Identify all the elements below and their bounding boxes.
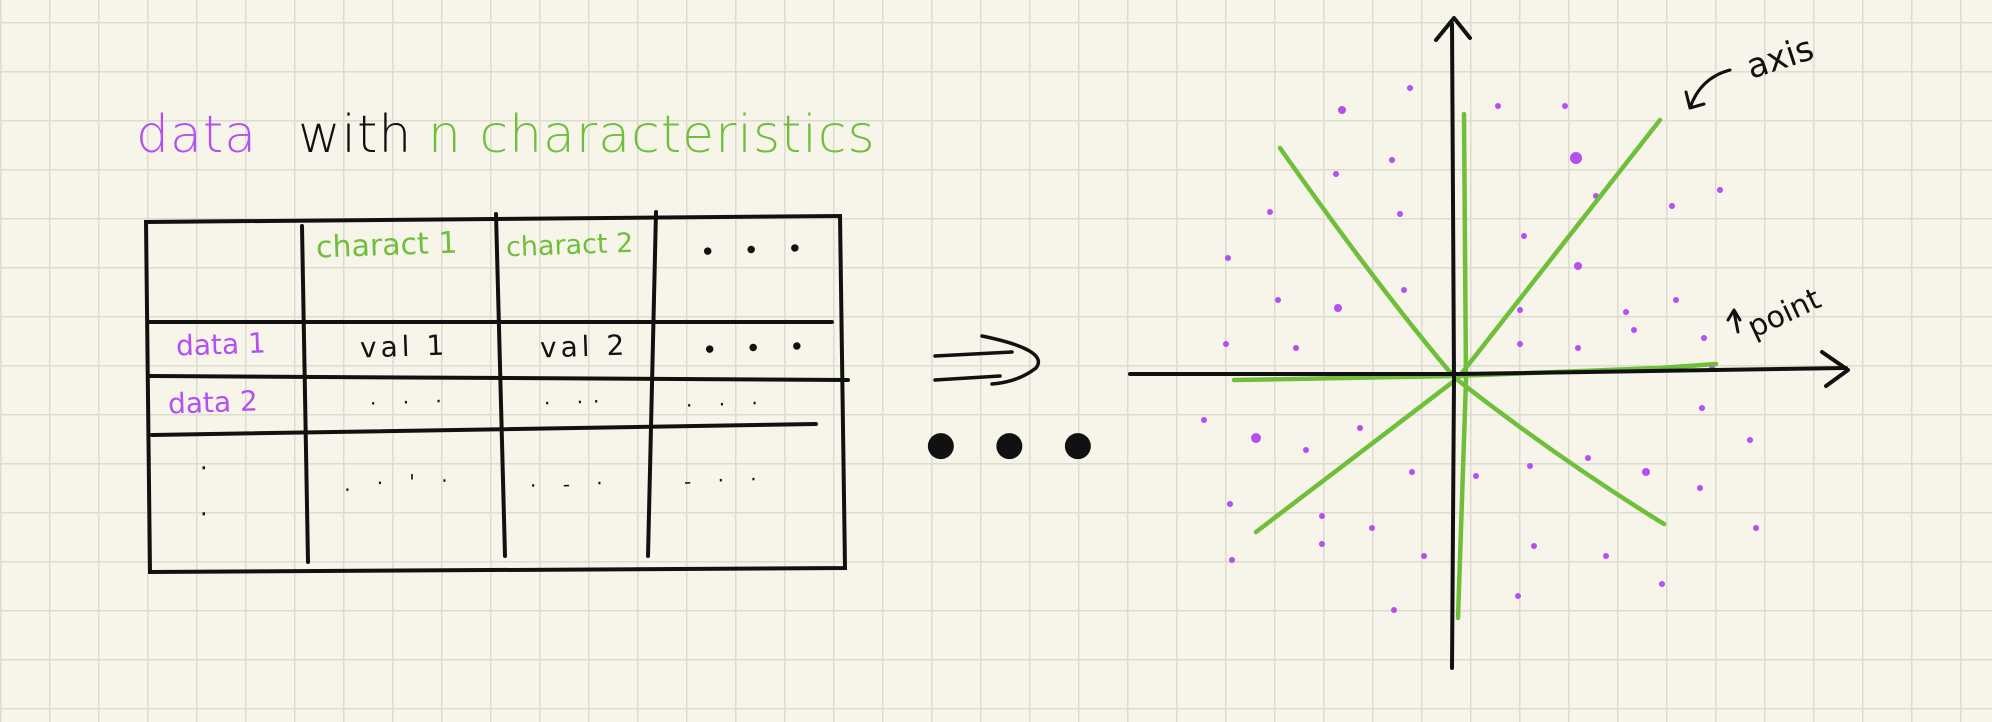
- table-header-charact-1: charact 1: [315, 225, 459, 266]
- table-col-line-2: [494, 212, 507, 558]
- green-axis-diag-ne-sw: [1253, 117, 1663, 535]
- y-axis: [1450, 22, 1456, 670]
- table-col-line-3: [646, 210, 658, 558]
- scatter-point: [1631, 327, 1637, 333]
- scatter-point: [1495, 103, 1501, 109]
- table-row-label-continuation: ·: [199, 453, 219, 483]
- scatter-point: [1409, 469, 1415, 475]
- axis-label-pointer: [1684, 68, 1732, 110]
- scatter-point: [1227, 501, 1233, 507]
- scatter-point: [1669, 203, 1675, 209]
- scatter-point: [1401, 287, 1407, 293]
- table-cell-ellipsis-2-2: · ··: [543, 388, 610, 416]
- implies-arrow: [933, 334, 1041, 386]
- characteristic-axes: [1231, 111, 1719, 621]
- scatter-point: [1521, 233, 1527, 239]
- scatter-point: [1701, 335, 1707, 341]
- table-cell-ellipsis-3-2: · - ·: [529, 470, 614, 498]
- table-col-line-1: [300, 224, 310, 564]
- scatter-point: [1201, 417, 1207, 423]
- scatter-point: [1570, 152, 1582, 164]
- scatter-point: [1574, 262, 1582, 270]
- table-cell-ellipsis-3-3: - · ·: [683, 466, 768, 494]
- scatter-point: [1585, 455, 1591, 461]
- scatter-point: [1673, 297, 1679, 303]
- coordinate-axes: [1128, 16, 1850, 670]
- point-label-pointer: [1726, 308, 1742, 334]
- scatter-point: [1389, 157, 1395, 163]
- scatter-point: [1397, 211, 1403, 217]
- table-row-line-3: [150, 422, 818, 437]
- x-axis: [1128, 366, 1848, 376]
- scatter-point: [1575, 345, 1581, 351]
- scatter-point: [1319, 541, 1325, 547]
- scatter-point: [1357, 425, 1363, 431]
- scatter-point: [1747, 437, 1753, 443]
- scatter-point: [1225, 255, 1231, 261]
- table-cell-ellipsis-3-1: . · ' ·: [343, 468, 459, 496]
- scatter-point: [1473, 473, 1479, 479]
- table-row-label-data-1: data 1: [175, 326, 267, 363]
- drawing-canvas: [143, 16, 1850, 670]
- table-row-line-2: [148, 374, 850, 382]
- table-cell-val-2: val 2: [539, 328, 629, 365]
- scatter-point: [1753, 525, 1759, 531]
- scatter-point: [1659, 581, 1665, 587]
- scatter-point: [1562, 103, 1568, 109]
- scatter-point: [1531, 543, 1537, 549]
- scatter-point: [1319, 513, 1325, 519]
- scatter-point: [1699, 405, 1705, 411]
- scatter-point: [1421, 553, 1427, 559]
- table-cell-ellipsis-2-1: · · ·: [369, 388, 453, 416]
- scatter-point: [1391, 607, 1397, 613]
- scatter-point: [1603, 553, 1609, 559]
- scatter-point: [1251, 433, 1261, 443]
- scatter-point: [1267, 209, 1273, 215]
- scatter-point: [1293, 345, 1299, 351]
- table-cell-ellipsis-2-3: · · ·: [685, 390, 769, 418]
- table-cell-val-1: val 1: [359, 328, 449, 365]
- scatter-point: [1517, 341, 1523, 347]
- scatter-point: [1517, 307, 1523, 313]
- table-header-charact-2: charact 2: [505, 227, 634, 264]
- table-header-more: • • •: [699, 234, 814, 268]
- scatter-point: [1407, 85, 1413, 91]
- scatter-point: [1369, 525, 1375, 531]
- scatter-point: [1303, 447, 1309, 453]
- table-row-continuation-dot: ·: [199, 499, 219, 529]
- scatter-point: [1223, 341, 1229, 347]
- scatter-point: [1333, 171, 1339, 177]
- scatter-point: [1334, 304, 1342, 312]
- scatter-point: [1229, 557, 1235, 563]
- scatter-point: [1717, 187, 1723, 193]
- scatter-point: [1527, 463, 1533, 469]
- scatter-point: [1338, 106, 1346, 114]
- table-row-label-data-2: data 2: [167, 384, 259, 421]
- scatter-point: [1515, 593, 1521, 599]
- scatter-point: [1642, 468, 1650, 476]
- transition-ellipsis: ● ● ●: [926, 424, 1107, 464]
- scatter-point: [1623, 309, 1629, 315]
- scatter-point: [1697, 485, 1703, 491]
- table-cell-more-1: • • •: [701, 332, 816, 366]
- scatter-point: [1275, 297, 1281, 303]
